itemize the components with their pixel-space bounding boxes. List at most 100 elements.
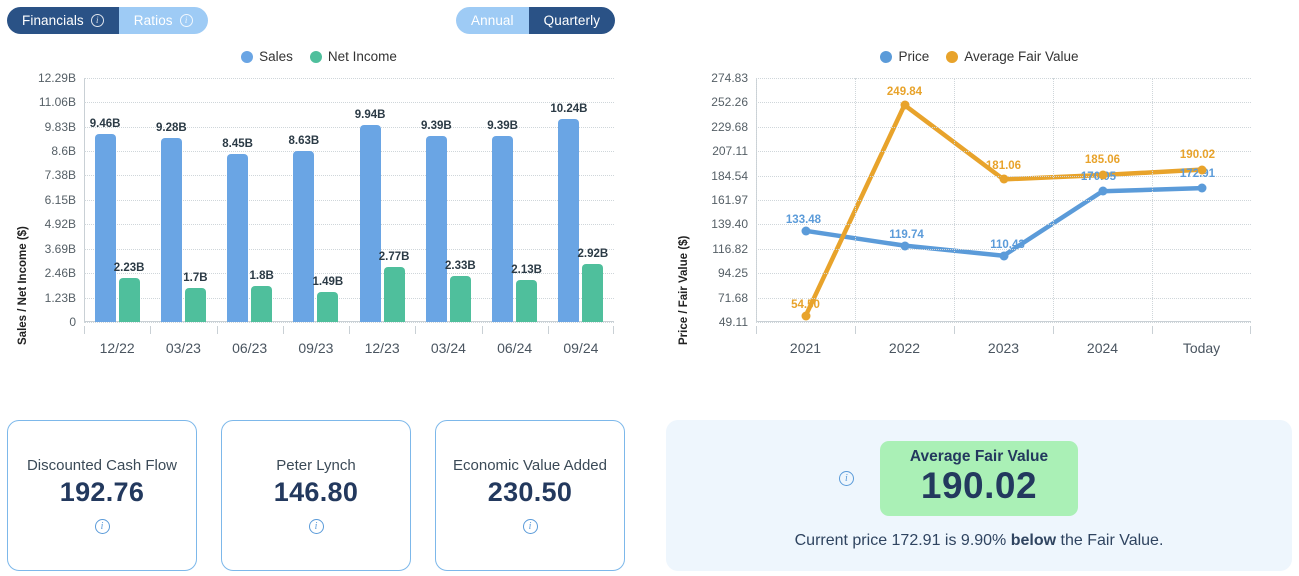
gridline xyxy=(756,78,1251,79)
bar-value-label: 1.8B xyxy=(249,270,274,283)
tab-financials[interactable]: Financials i xyxy=(7,7,119,34)
y-tick-label: 3.69B xyxy=(44,241,76,256)
fair-value-data-point[interactable] xyxy=(801,311,810,321)
valuation-card-value: 192.76 xyxy=(59,477,145,507)
info-icon[interactable]: i xyxy=(838,471,854,486)
valuation-dashboard: Financials i Ratios i Annual Quarterly S… xyxy=(0,0,1299,576)
y-tick-label: 4.92B xyxy=(44,217,76,232)
gridline xyxy=(84,102,614,104)
valuation-card-peter-lynch[interactable]: Peter Lynch 146.80 i xyxy=(221,420,411,571)
y-tick-label: 252.26 xyxy=(711,95,748,110)
legend-color-dot-icon xyxy=(241,50,254,63)
data-point-label: 54.50 xyxy=(791,299,820,312)
bar-sales[interactable] xyxy=(492,135,514,322)
price-data-point[interactable] xyxy=(1197,183,1206,193)
fair-value-caption-after: the Fair Value. xyxy=(1056,532,1164,550)
data-point-label: 190.02 xyxy=(1179,148,1216,161)
bar-sales[interactable] xyxy=(359,124,381,322)
line-chart-x-tick-labels: 2021 2022 2023 2024 Today xyxy=(756,326,1251,360)
price-data-point[interactable] xyxy=(900,241,909,251)
bar-net-income[interactable] xyxy=(317,292,339,322)
y-tick-label: 9.83B xyxy=(44,119,76,134)
bar-chart-y-tick-labels: 12.29B 11.06B 9.83B 8.6B 7.38B 6.15B 4.92B 3.69… xyxy=(0,70,76,330)
fair-value-data-point[interactable] xyxy=(999,174,1008,184)
axis-tick xyxy=(415,326,417,334)
fair-value-caption-before: Current price 172.91 is 9.90% xyxy=(794,532,1011,550)
fair-value-data-point[interactable] xyxy=(1098,170,1107,180)
info-icon[interactable]: i xyxy=(308,519,324,534)
y-tick-label: 12.29B xyxy=(37,71,76,85)
gridline xyxy=(756,151,1251,153)
legend-color-dot-icon xyxy=(946,50,959,63)
valuation-card-discounted-cash-flow[interactable]: Discounted Cash Flow 192.76 i xyxy=(7,420,197,571)
tab-quarterly[interactable]: Quarterly xyxy=(528,7,616,34)
bar-value-label: 1.7B xyxy=(183,272,208,285)
legend-item-average-fair-value[interactable]: Average Fair Value xyxy=(946,49,1079,64)
legend-label-net-income: Net Income xyxy=(327,49,397,64)
bar-net-income[interactable] xyxy=(516,279,538,322)
bar-net-income[interactable] xyxy=(582,264,604,322)
bar-sales[interactable] xyxy=(94,134,116,322)
bar-sales[interactable] xyxy=(227,154,249,322)
info-icon[interactable]: i xyxy=(94,519,110,534)
average-fair-value-row: i Average Fair Value 190.02 xyxy=(838,440,1119,517)
y-tick-label: 0 xyxy=(69,315,76,329)
valuation-card-title: Discounted Cash Flow xyxy=(26,457,178,474)
bar-value-label: 9.94B xyxy=(354,108,386,121)
valuation-card-economic-value-added[interactable]: Economic Value Added 230.50 i xyxy=(435,420,625,571)
info-icon[interactable]: i xyxy=(90,14,104,27)
bar-value-label: 2.92B xyxy=(577,248,609,261)
axis-tick xyxy=(481,326,483,334)
legend-item-price[interactable]: Price xyxy=(880,49,929,64)
tab-ratios[interactable]: Ratios i xyxy=(118,7,208,34)
gridline xyxy=(756,322,1251,323)
gridline xyxy=(756,273,1251,275)
price-data-point[interactable] xyxy=(801,226,810,236)
legend-label-price: Price xyxy=(898,49,930,64)
bar-sales[interactable] xyxy=(293,150,315,322)
bar-net-income[interactable] xyxy=(383,267,405,322)
bar-net-income[interactable] xyxy=(184,288,206,322)
tab-quarterly-label: Quarterly xyxy=(543,13,601,28)
x-tick-label: 2023 xyxy=(987,340,1020,356)
axis-tick xyxy=(150,326,152,334)
info-icon[interactable]: i xyxy=(522,519,538,534)
bar-chart-legend: Sales Net Income xyxy=(0,49,638,64)
gridline xyxy=(84,322,614,323)
valuation-card-value: 146.80 xyxy=(273,477,359,507)
x-tick-label: 06/24 xyxy=(497,340,533,356)
legend-label-average-fair-value: Average Fair Value xyxy=(964,49,1079,64)
legend-item-sales[interactable]: Sales xyxy=(241,49,293,64)
financials-ratios-toggle[interactable]: Financials i Ratios i xyxy=(7,7,208,34)
bar-sales[interactable] xyxy=(160,137,182,322)
fair-value-data-point[interactable] xyxy=(1197,165,1206,175)
price-fair-value-chart: Price / Fair Value ($) 274.83 252.26 229.6… xyxy=(660,70,1299,360)
fair-value-data-point[interactable] xyxy=(900,100,909,110)
gridline-vertical xyxy=(1053,78,1054,322)
price-data-point[interactable] xyxy=(1098,186,1107,196)
data-point-label: 119.74 xyxy=(889,228,924,241)
bar-sales[interactable] xyxy=(558,118,580,322)
info-icon[interactable]: i xyxy=(179,14,193,27)
bar-net-income[interactable] xyxy=(118,277,140,322)
financials-bar-chart: Sales / Net Income ($) 12.29B 11.06B 9.83B… xyxy=(0,70,638,360)
bar-chart-plot-area: 9.46B 2.23B 9.28B 1.7B 8.45B 1.8B 8.63B 1.49B 9.… xyxy=(84,78,614,323)
data-point-label: 249.84 xyxy=(886,86,923,98)
gridline xyxy=(756,126,1251,128)
axis-tick xyxy=(1152,326,1153,334)
x-tick-label: 2021 xyxy=(789,340,822,356)
x-tick-label: 03/23 xyxy=(165,340,201,356)
average-fair-value-panel: i Average Fair Value 190.02 Current pric… xyxy=(666,420,1292,571)
bar-value-label: 1.49B xyxy=(312,276,344,289)
axis-tick xyxy=(282,326,284,334)
price-data-point[interactable] xyxy=(999,251,1008,261)
bar-net-income[interactable] xyxy=(449,275,471,322)
tab-annual[interactable]: Annual xyxy=(456,7,529,34)
y-tick-label: 161.97 xyxy=(711,193,748,207)
annual-quarterly-toggle[interactable]: Annual Quarterly xyxy=(456,7,616,34)
average-fair-value-box: Average Fair Value 190.02 xyxy=(879,440,1079,517)
bar-sales[interactable] xyxy=(425,135,447,322)
legend-item-net-income[interactable]: Net Income xyxy=(309,49,397,64)
x-tick-label: 06/23 xyxy=(232,340,268,356)
bar-net-income[interactable] xyxy=(251,286,273,322)
